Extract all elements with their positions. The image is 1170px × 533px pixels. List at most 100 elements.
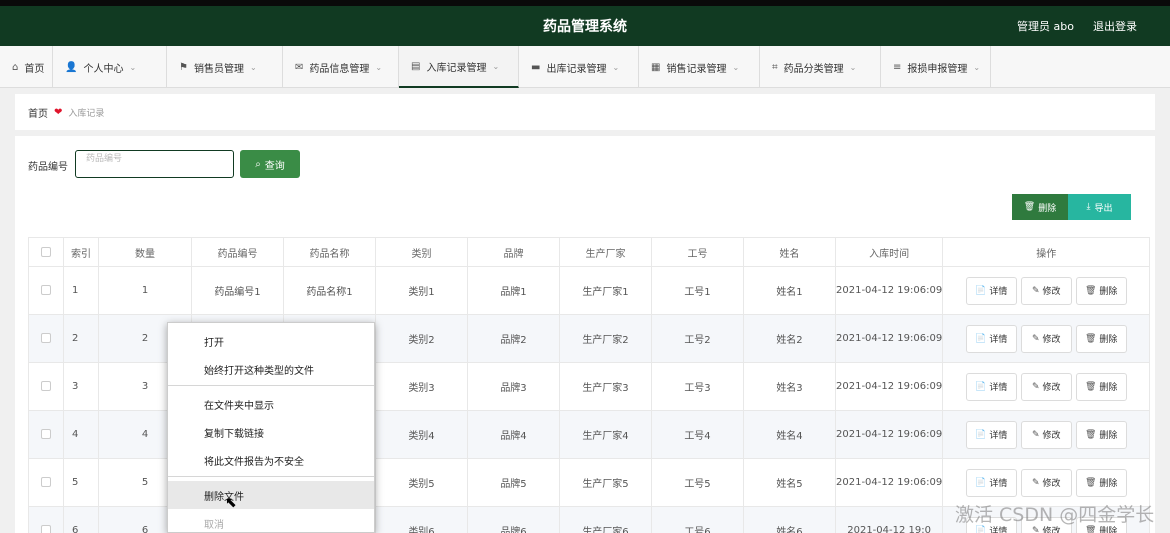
trash-icon: 🗑 [1023,202,1036,212]
home-icon: ⌂ [12,61,19,73]
select-all-cell [28,237,64,267]
pencil-icon: ✎ [1031,477,1040,488]
table-cell: 姓名2 [743,314,836,363]
document-icon: 📄 [975,285,987,296]
search-input[interactable]: 药品编号 [75,150,234,178]
document-icon: 📄 [975,381,987,392]
table-cell: 类别3 [375,362,468,411]
grid-icon: ▦ [651,61,661,73]
search-button-label: 查询 [264,160,285,172]
context-menu-separator [168,385,374,386]
row-actions: 📄 详情 ✎ 修改 🗑 删除 [942,362,1151,411]
nav-item-label: 首页 [24,63,45,75]
table-cell: 2021-04-12 19:06:09 [834,266,944,315]
row-checkbox[interactable] [41,285,51,295]
crop-icon: ⌗ [772,61,778,73]
edit-button[interactable]: ✎ 修改 [1020,468,1072,497]
browser-context-menu: 打开 始终打开这种类型的文件 在文件夹中显示 复制下载链接 将此文件报告为不安全 删除文件… [167,322,375,533]
table-cell: 类别4 [375,410,468,459]
pencil-icon: ✎ [1031,429,1040,440]
row-checkbox[interactable] [41,525,51,533]
table-cell: 5 [63,458,99,507]
column-header: 品牌 [467,237,560,267]
column-header: 数量 [98,237,192,267]
row-actions: 📄 详情 ✎ 修改 🗑 删除 [942,266,1151,315]
nav-item-4[interactable]: ▤ 入库记录管理 ⌄ [399,46,519,88]
column-header: 药品名称 [283,237,376,267]
delete-button[interactable]: 🗑 删除 [1075,468,1127,497]
nav-item-6[interactable]: ▦ 销售记录管理 ⌄ [639,46,760,88]
batch-delete-button[interactable]: 🗑 删除 [1012,194,1068,220]
row-checkbox[interactable] [41,333,51,343]
nav-item-8[interactable]: ≡ 报损申报管理 ⌄ [881,46,991,88]
nav-item-1[interactable]: 👤 个人中心 ⌄ [53,46,167,88]
table-cell: 生产厂家2 [559,314,652,363]
edit-button-label: 修改 [1042,287,1061,297]
edit-button[interactable]: ✎ 修改 [1020,372,1072,401]
context-menu-item: 取消 [204,519,224,531]
table-cell: 4 [63,410,99,459]
row-checkbox[interactable] [41,477,51,487]
main-nav-bar: ⌂ 首页 👤 个人中心 ⌄ ⚑ 销售员管理 ⌄ ✉ 药品信息管理 ⌄ ▤ 入库记录管理 ⌄ ▬ 出库记录管理 ⌄… [0,46,1170,88]
row-checkbox[interactable] [41,381,51,391]
edit-button[interactable]: ✎ 修改 [1020,276,1072,305]
edit-button-label: 修改 [1042,431,1061,441]
nav-item-label: 药品分类管理 [783,63,844,75]
logout-link[interactable]: 退出登录 [1093,18,1137,34]
nav-item-0[interactable]: ⌂ 首页 [0,46,53,88]
delete-button-label: 删除 [1099,479,1118,489]
select-all-checkbox[interactable] [41,246,51,257]
table-cell: 2021-04-12 19:0 [834,506,944,533]
context-menu-item[interactable]: 删除文件 [168,481,374,509]
trash-icon: 🗑 [1084,285,1097,296]
table-cell: 类别5 [375,458,468,507]
context-menu-item[interactable]: 复制下载链接 [168,418,374,446]
table-cell: 工号5 [651,458,744,507]
edit-button[interactable]: ✎ 修改 [1020,420,1072,449]
context-menu-item[interactable]: 将此文件报告为不安全 [168,446,374,474]
context-menu-item[interactable]: 打开 [168,327,374,355]
chevron-down-icon: ⌄ [849,62,857,72]
table-cell: 品牌5 [467,458,560,507]
context-menu-item[interactable]: 始终打开这种类型的文件 [168,355,374,383]
detail-button[interactable]: 📄 详情 [965,372,1017,401]
search-button[interactable]: ⌕ 查询 [240,150,300,178]
breadcrumb-home[interactable]: 首页 [28,105,48,120]
table-cell: 类别2 [375,314,468,363]
export-button[interactable]: ⤓ 导出 [1068,194,1131,220]
trash-icon: 🗑 [1084,429,1097,440]
table-cell: 1 [63,266,99,315]
column-header: 类别 [375,237,468,267]
table-cell: 品牌4 [467,410,560,459]
top-header-bar: 药品管理系统 管理员 abo 退出登录 [0,0,1170,46]
detail-button-label: 详情 [989,335,1008,345]
search-icon: ⌕ [255,158,261,170]
edit-button[interactable]: ✎ 修改 [1020,324,1072,353]
chevron-down-icon: ⌄ [612,62,620,72]
nav-item-5[interactable]: ▬ 出库记录管理 ⌄ [519,46,639,88]
detail-button[interactable]: 📄 详情 [965,420,1017,449]
detail-button-label: 详情 [989,383,1008,393]
delete-button[interactable]: 🗑 删除 [1075,420,1127,449]
nav-item-label: 药品信息管理 [309,63,370,75]
nav-item-3[interactable]: ✉ 药品信息管理 ⌄ [283,46,399,88]
table-cell: 2021-04-12 19:06:09 [834,314,944,363]
detail-button[interactable]: 📄 详情 [965,324,1017,353]
delete-button[interactable]: 🗑 删除 [1075,276,1127,305]
row-select-cell [28,266,64,315]
breadcrumb-current: 入库记录 [68,108,105,119]
flag-icon: ⚑ [179,61,188,73]
context-menu-item[interactable]: 在文件夹中显示 [168,390,374,418]
chevron-down-icon: ⌄ [129,62,137,72]
nav-item-7[interactable]: ⌗ 药品分类管理 ⌄ [760,46,881,88]
delete-button[interactable]: 🗑 删除 [1075,372,1127,401]
column-header: 操作 [942,237,1151,267]
pencil-icon: ✎ [1031,285,1040,296]
delete-button[interactable]: 🗑 删除 [1075,324,1127,353]
detail-button[interactable]: 📄 详情 [965,276,1017,305]
nav-item-2[interactable]: ⚑ 销售员管理 ⌄ [167,46,283,88]
detail-button[interactable]: 📄 详情 [965,468,1017,497]
table-cell: 2021-04-12 19:06:09 [834,458,944,507]
row-checkbox[interactable] [41,429,51,439]
row-select-cell [28,506,64,533]
